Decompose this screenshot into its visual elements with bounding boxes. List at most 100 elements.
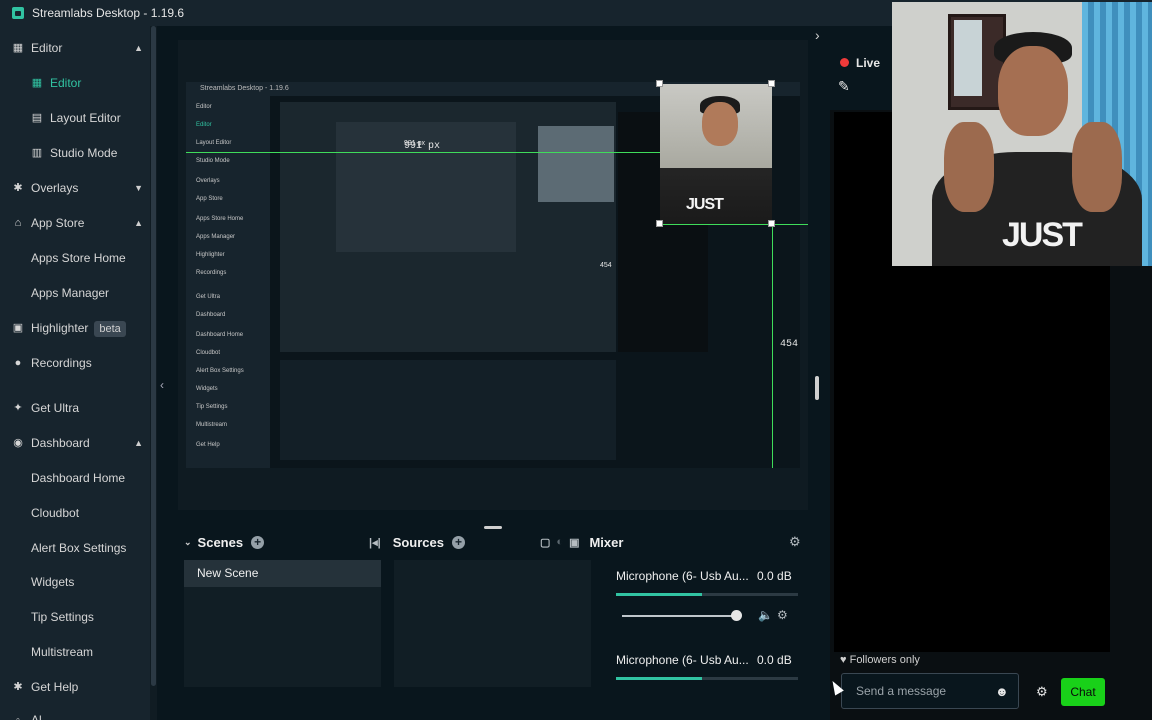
sidebar-scrollbar[interactable] <box>150 26 157 720</box>
sources-title: Sources <box>392 534 444 550</box>
sidebar-item-label: Editor <box>31 41 63 55</box>
more-icon: ◦ <box>16 714 20 720</box>
sidebar-item-label: Apps Store Home <box>31 251 126 265</box>
transition-icon[interactable]: |◂| <box>369 536 381 549</box>
nested-item: Recordings <box>196 270 227 276</box>
panel-resize-handle[interactable] <box>484 526 502 529</box>
sidebar-item-widgets[interactable]: Widgets <box>0 568 157 596</box>
emoji-icon[interactable]: ☻ <box>995 684 1009 699</box>
sidebar-item-get-ultra[interactable]: ✦ Get Ultra <box>0 394 157 422</box>
guide-line <box>660 224 808 225</box>
followers-only-text: Followers only <box>849 654 920 666</box>
chat-send-button[interactable]: Chat <box>1061 678 1105 706</box>
selected-webcam-source[interactable]: JUST <box>660 84 772 224</box>
nested-item: Get Help <box>196 442 220 448</box>
sidebar-item-highlighter[interactable]: ▣ Highlighter beta <box>0 314 157 342</box>
chevron-right-icon[interactable]: › <box>815 27 820 43</box>
meter-fill <box>616 677 702 680</box>
chevron-up-icon: ▲ <box>134 43 143 53</box>
resize-handle[interactable] <box>656 220 663 227</box>
sidebar-item-label: Editor <box>50 76 82 90</box>
folder-icon[interactable]: ▣ <box>569 536 579 549</box>
scrollbar-thumb[interactable] <box>151 26 156 686</box>
highlighter-label: Highlighter <box>31 321 89 335</box>
edit-pencil-icon[interactable]: ✎ <box>838 78 850 95</box>
mixer-settings-gear-icon[interactable]: ⚙ <box>789 534 801 550</box>
highlighter-icon: ▣ <box>12 322 24 334</box>
person-face <box>702 102 738 146</box>
overlays-icon: ✱ <box>13 182 23 194</box>
sidebar-item-label: Recordings <box>31 356 92 370</box>
window-title: Streamlabs Desktop - 1.19.6 <box>32 6 185 20</box>
scenes-header: ⌄ Scenes + <box>184 532 265 552</box>
sidebar-item-cloudbot[interactable]: Cloudbot <box>0 499 157 527</box>
nested-item: Apps Manager <box>196 234 236 240</box>
resize-handle[interactable] <box>768 80 775 87</box>
nested-item: Overlays <box>196 178 220 184</box>
speaker-icon[interactable]: 🔈 <box>758 608 773 622</box>
nested-item: Widgets <box>196 386 218 392</box>
sidebar-item-studio-mode[interactable]: ▥ Studio Mode <box>0 139 157 167</box>
sidebar-item-tip-settings[interactable]: Tip Settings <box>0 603 157 631</box>
sidebar-item-get-help[interactable]: ✱ Get Help <box>0 673 157 701</box>
scene-item[interactable]: New Scene <box>184 560 381 587</box>
sidebar-item-layout-editor[interactable]: ▤ Layout Editor <box>0 104 157 132</box>
editor-icon: ▦ <box>12 42 24 54</box>
chevron-down-icon[interactable]: ⌄ <box>184 537 192 548</box>
sidebar-item-label: Dashboard Home <box>31 471 126 485</box>
help-icon: ✱ <box>13 681 23 693</box>
sidebar-item-editor[interactable]: ▦ Editor <box>0 69 157 97</box>
sidebar-item-label: Tip Settings <box>31 610 94 624</box>
followers-only-label: ♥ Followers only <box>840 654 920 666</box>
sidebar-item-multistream[interactable]: Multistream <box>0 638 157 666</box>
preview-scroll-indicator[interactable] <box>815 376 819 400</box>
mixer-source-name: Microphone (6- Usb Au... <box>616 569 749 583</box>
sidebar-item-label: App Store <box>31 216 85 230</box>
nested-item: App Store <box>196 196 223 202</box>
scenes-title: Scenes <box>197 534 244 550</box>
sidebar-item-alert-box-settings[interactable]: Alert Box Settings <box>0 534 157 562</box>
guide-line <box>186 152 660 153</box>
sidebar-item-apps-store-home[interactable]: Apps Store Home <box>0 244 157 272</box>
nested-item: Studio Mode <box>196 158 230 164</box>
person-hand <box>1072 122 1122 212</box>
streamlabs-logo-icon <box>12 7 24 19</box>
volume-slider[interactable] <box>622 615 738 617</box>
volume-slider-knob[interactable] <box>731 610 742 621</box>
nested-item: Editor <box>196 104 212 110</box>
add-scene-icon[interactable]: + <box>251 535 265 549</box>
resize-handle[interactable] <box>656 80 663 87</box>
resize-handle[interactable] <box>768 220 775 227</box>
chat-settings-gear-icon[interactable]: ⚙ <box>1036 684 1048 700</box>
nested-item: Tip Settings <box>196 404 228 410</box>
chevron-up-icon: ▲ <box>134 438 143 448</box>
sidebar-item-label: Highlighter beta <box>31 321 126 337</box>
sidebar-item-dashboard-home[interactable]: Dashboard Home <box>0 464 157 492</box>
sidebar-item-editor-section[interactable]: ▦ Editor ▲ <box>0 34 157 62</box>
mirror <box>954 20 982 96</box>
height-measure-label: 454 <box>780 339 799 350</box>
chat-message-input[interactable] <box>841 673 1019 709</box>
sidebar-item-app-store[interactable]: ⌂ App Store ▲ <box>0 209 157 237</box>
sidebar-item-overlays[interactable]: ✱ Overlays ▼ <box>0 174 157 202</box>
audio-icon[interactable]: ◐ <box>556 536 563 548</box>
add-source-icon[interactable]: + <box>452 535 465 549</box>
editor-icon: ▦ <box>31 77 43 89</box>
ultra-icon: ✦ <box>13 402 23 414</box>
sidebar-item-recordings[interactable]: ● Recordings <box>0 349 157 377</box>
sidebar-item-apps-manager[interactable]: Apps Manager <box>0 279 157 307</box>
nested-item: Editor <box>196 122 212 128</box>
sidebar: ▦ Editor ▲ ▦ Editor ▤ Layout Editor ▥ St… <box>0 26 157 720</box>
sources-list <box>394 560 591 687</box>
sidebar-item-dashboard[interactable]: ◉ Dashboard ▲ <box>0 429 157 457</box>
sources-header: |◂| Sources + <box>369 532 465 552</box>
mixer-title: Mixer <box>589 534 624 550</box>
collapse-sidebar-icon[interactable]: ‹ <box>160 378 164 392</box>
nested-webcam <box>538 126 614 202</box>
nested-item: Highlighter <box>196 252 225 258</box>
source-settings-gear-icon[interactable]: ⚙ <box>777 608 788 622</box>
sidebar-item-more[interactable]: ◦ Al <box>0 706 157 720</box>
source-copy-icon[interactable]: ▢ <box>540 536 550 549</box>
nested-item: Alert Box Settings <box>196 368 244 374</box>
mixer-db-value: 0.0 dB <box>757 653 792 667</box>
